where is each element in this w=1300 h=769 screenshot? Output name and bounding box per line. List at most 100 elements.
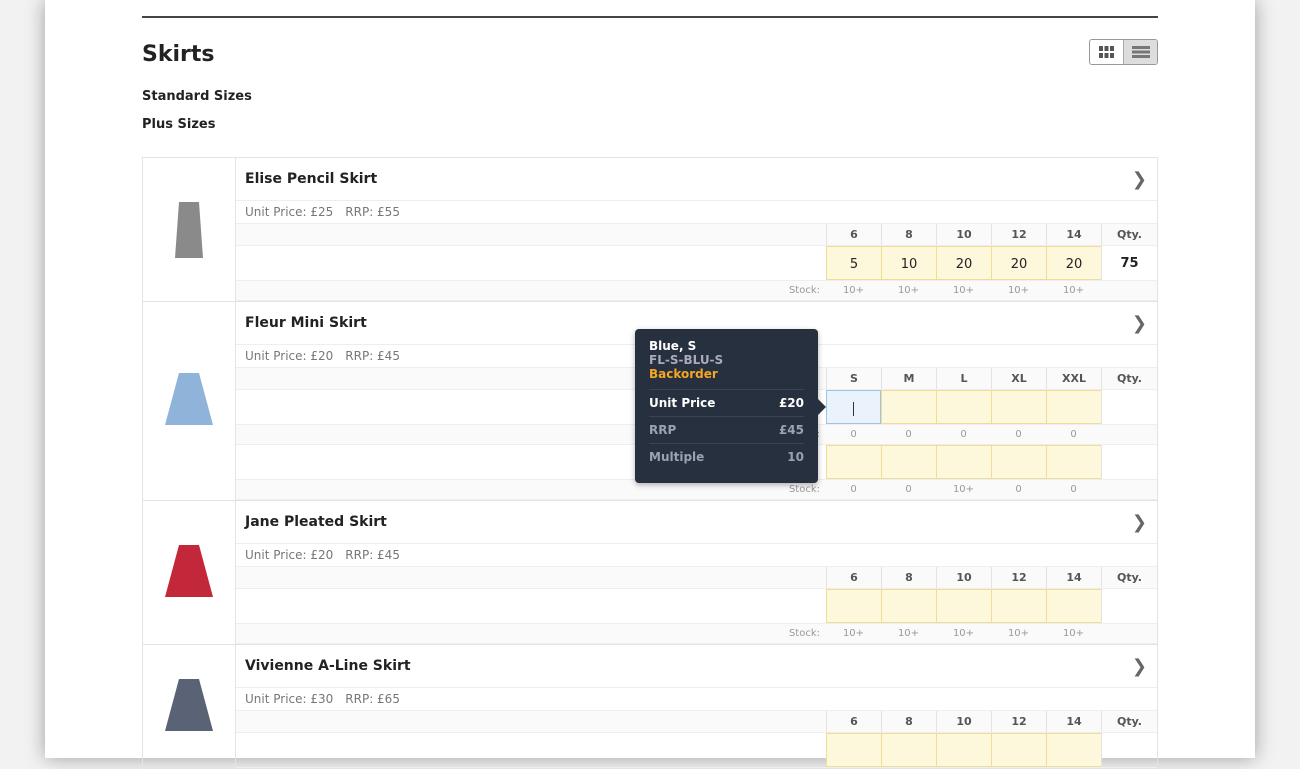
stock-value: 0 <box>850 429 857 440</box>
product-image[interactable] <box>143 645 236 768</box>
size-label: 12 <box>991 224 1046 245</box>
product-image[interactable] <box>143 158 236 301</box>
stock-label: Stock: <box>788 628 820 639</box>
product-name[interactable]: Vivienne A-Line Skirt ❯ <box>236 645 1157 688</box>
qty-total <box>1101 733 1157 767</box>
size-label: S <box>826 368 881 389</box>
tooltip-status: Backorder <box>649 367 718 381</box>
size-label: L <box>936 368 991 389</box>
quantity-input[interactable] <box>826 445 881 479</box>
stock-value: 10+ <box>1062 285 1085 296</box>
qty-label: Qty. <box>1101 711 1157 732</box>
stock-row: Stock: 0 0 10+ 0 0 <box>236 480 1157 500</box>
quantity-input[interactable] <box>881 390 936 424</box>
product-price: Unit Price: £25 RRP: £55 <box>236 201 1157 224</box>
size-label: 6 <box>826 224 881 245</box>
quantity-input[interactable] <box>991 733 1046 767</box>
product-row: Vivienne A-Line Skirt ❯ Unit Price: £30 RR… <box>142 645 1158 769</box>
stock-value: 10+ <box>897 285 920 296</box>
stock-value: 10+ <box>1007 628 1030 639</box>
size-label: 6 <box>826 567 881 588</box>
size-label: 8 <box>881 224 936 245</box>
quantity-input[interactable] <box>881 445 936 479</box>
stock-value: 10+ <box>952 628 975 639</box>
quantity-input[interactable] <box>936 445 991 479</box>
stock-value: 0 <box>960 429 967 440</box>
tooltip-sku: FL-S-BLU-S <box>649 353 724 367</box>
quantity-inputs <box>236 733 1157 768</box>
grid-view-button[interactable] <box>1090 40 1123 64</box>
size-label: 10 <box>936 224 991 245</box>
qty-total <box>1101 589 1157 623</box>
stock-row: Stock: 10+ 10+ 10+ 10+ 10+ <box>236 624 1157 644</box>
quantity-input[interactable] <box>826 733 881 767</box>
quantity-input[interactable] <box>991 390 1046 424</box>
grid-icon <box>1099 46 1114 58</box>
product-image[interactable] <box>143 302 236 500</box>
product-image[interactable] <box>143 501 236 644</box>
list-icon <box>1131 46 1150 58</box>
quantity-input[interactable]: 5 <box>826 246 881 280</box>
view-toggle <box>1089 39 1158 65</box>
chevron-right-icon[interactable]: ❯ <box>1132 656 1147 677</box>
stock-value: 0 <box>1015 429 1022 440</box>
quantity-input[interactable]: 20 <box>936 246 991 280</box>
quantity-input[interactable] <box>1046 589 1101 623</box>
tooltip-variant: Blue, S <box>649 339 697 353</box>
qty-total <box>1101 390 1157 424</box>
product-name[interactable]: Jane Pleated Skirt ❯ <box>236 501 1157 544</box>
chevron-right-icon[interactable]: ❯ <box>1132 169 1147 190</box>
quantity-input[interactable] <box>991 445 1046 479</box>
quantity-inputs: 5 10 20 20 20 75 <box>236 246 1157 281</box>
quantity-input[interactable] <box>1046 445 1101 479</box>
category-plus-sizes[interactable]: Plus Sizes <box>142 117 215 132</box>
stock-value: 10+ <box>952 285 975 296</box>
stock-label: Stock: <box>788 285 820 296</box>
size-label: 14 <box>1046 567 1101 588</box>
product-price: Unit Price: £30 RRP: £65 <box>236 688 1157 711</box>
quantity-input[interactable] <box>826 390 881 424</box>
size-label: 10 <box>936 567 991 588</box>
quantity-input[interactable] <box>936 390 991 424</box>
qty-total <box>1101 445 1157 479</box>
quantity-input[interactable]: 10 <box>881 246 936 280</box>
size-label: 6 <box>826 711 881 732</box>
size-label: M <box>881 368 936 389</box>
category-standard-sizes[interactable]: Standard Sizes <box>142 89 252 104</box>
variant-tooltip: Blue, S FL-S-BLU-S Backorder Unit Price £… <box>635 329 826 483</box>
tooltip-row-unit-price: Unit Price £20 <box>649 389 804 416</box>
size-label: 10 <box>936 711 991 732</box>
size-header: 6 8 10 12 14 Qty. <box>236 567 1157 589</box>
size-label: XXL <box>1046 368 1101 389</box>
quantity-input[interactable] <box>1046 390 1101 424</box>
tooltip-row-multiple: Multiple 10 <box>649 443 804 470</box>
quantity-input[interactable] <box>1046 733 1101 767</box>
quantity-input[interactable] <box>826 589 881 623</box>
stock-value: 10+ <box>1007 285 1030 296</box>
quantity-input[interactable] <box>991 589 1046 623</box>
qty-label: Qty. <box>1101 567 1157 588</box>
list-view-button[interactable] <box>1123 40 1157 64</box>
quantity-input[interactable] <box>881 733 936 767</box>
qty-label: Qty. <box>1101 224 1157 245</box>
stock-value: 10+ <box>1062 628 1085 639</box>
stock-value: 0 <box>905 429 912 440</box>
product-name[interactable]: Elise Pencil Skirt ❯ <box>236 158 1157 201</box>
stock-value: 0 <box>1015 484 1022 495</box>
size-header: 6 8 10 12 14 Qty. <box>236 711 1157 733</box>
chevron-right-icon[interactable]: ❯ <box>1132 512 1147 533</box>
tooltip-row-rrp: RRP £45 <box>649 416 804 443</box>
quantity-input[interactable] <box>936 589 991 623</box>
quantity-input[interactable] <box>936 733 991 767</box>
quantity-input[interactable] <box>881 589 936 623</box>
size-label: XL <box>991 368 1046 389</box>
size-label: 12 <box>991 567 1046 588</box>
product-row: Jane Pleated Skirt ❯ Unit Price: £20 RRP: … <box>142 501 1158 645</box>
stock-value: 10+ <box>897 628 920 639</box>
size-label: 8 <box>881 567 936 588</box>
quantity-inputs <box>236 589 1157 624</box>
chevron-right-icon[interactable]: ❯ <box>1132 313 1147 334</box>
size-label: 12 <box>991 711 1046 732</box>
quantity-input[interactable]: 20 <box>991 246 1046 280</box>
quantity-input[interactable]: 20 <box>1046 246 1101 280</box>
